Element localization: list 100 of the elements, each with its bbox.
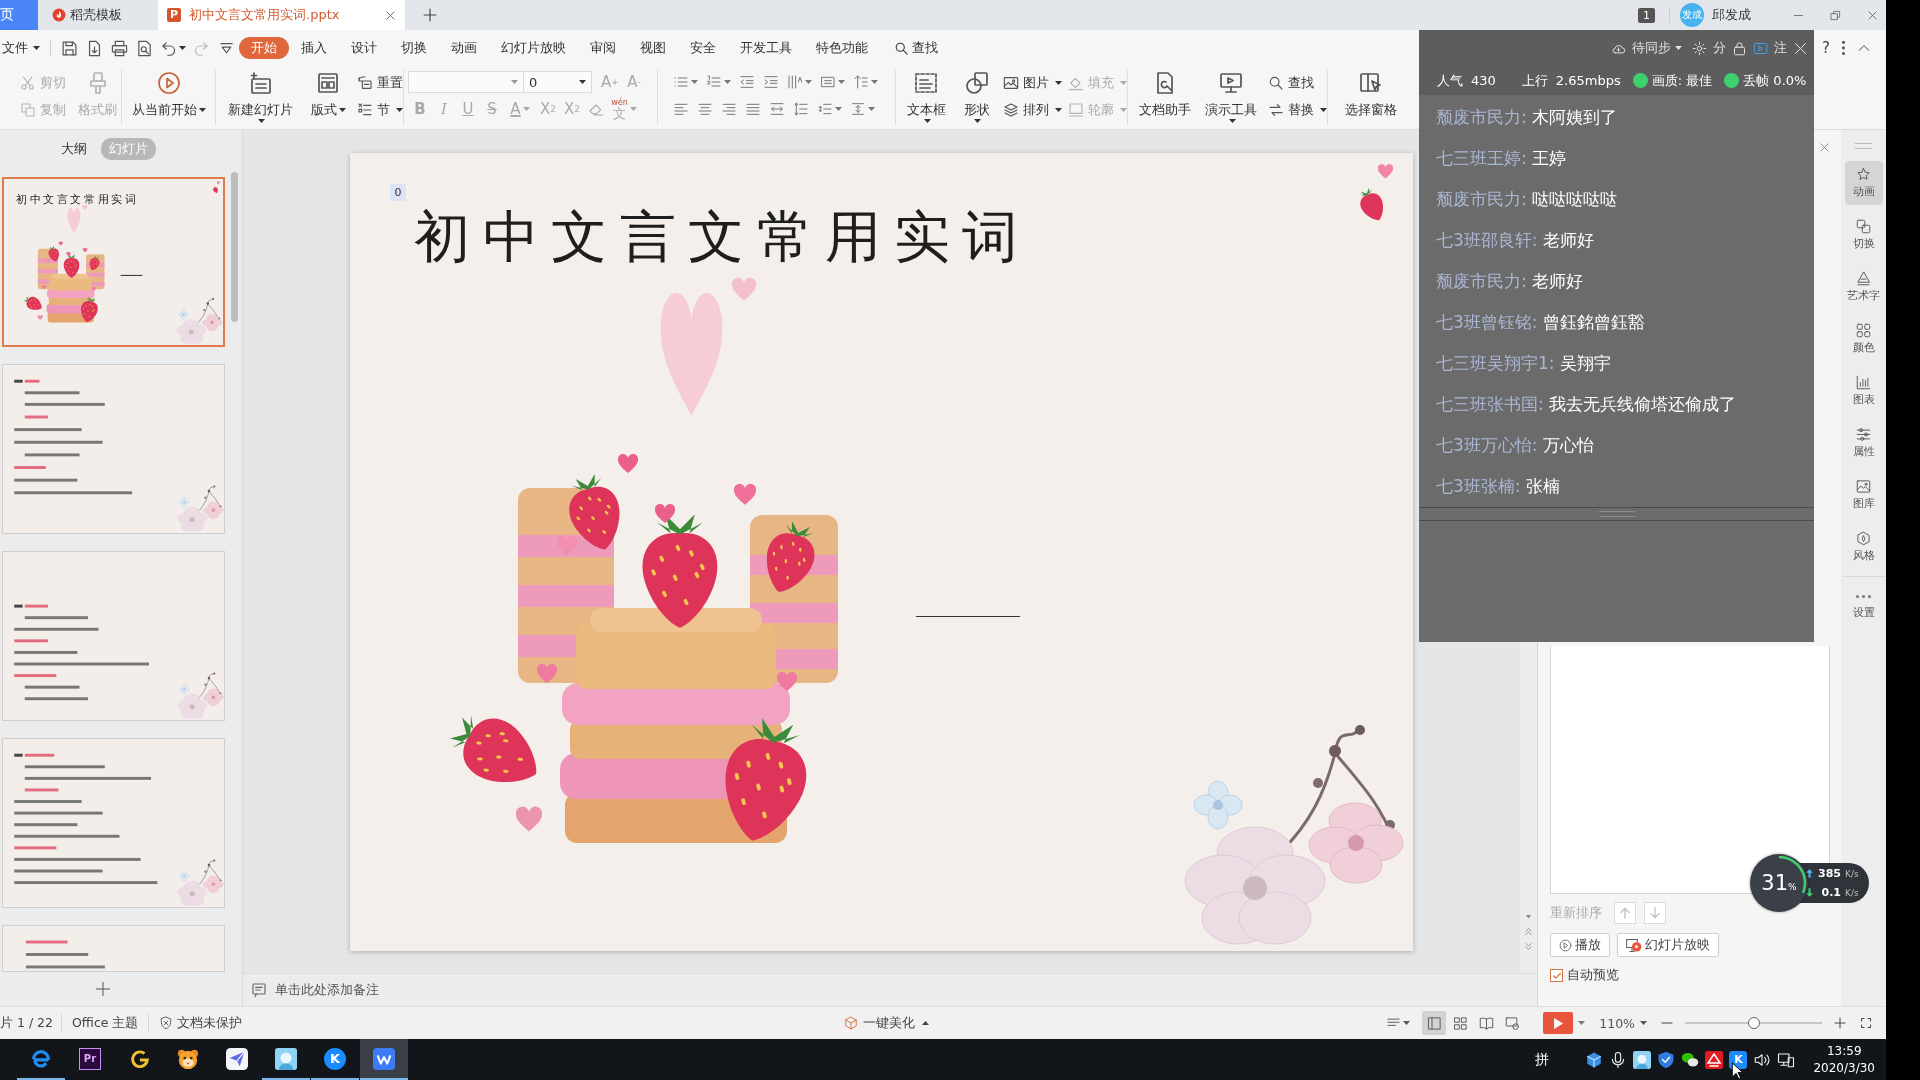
caret-icon[interactable] xyxy=(1675,46,1682,50)
play-button[interactable]: 播放 xyxy=(1550,933,1610,957)
sidebar-tab[interactable]: 属性 xyxy=(1844,421,1883,465)
cube-icon[interactable] xyxy=(1585,1050,1604,1069)
theme-name[interactable]: Office 主题 xyxy=(72,1014,139,1032)
layout-button[interactable]: 版式 xyxy=(303,70,353,119)
document-protection-button[interactable]: 文档未保护 xyxy=(159,1014,243,1032)
slide-title[interactable]: 初中文言文常用实词 xyxy=(414,200,1031,276)
lock-icon[interactable] xyxy=(1732,40,1747,56)
sidebar-tab[interactable]: 颜色 xyxy=(1844,317,1883,361)
ribbon-tab[interactable]: 切换 xyxy=(389,37,439,59)
checkbox[interactable] xyxy=(1550,969,1563,982)
sidebar-tab[interactable]: 图库 xyxy=(1844,473,1883,517)
app-tile-icon[interactable] xyxy=(1633,1050,1652,1069)
align-center-icon xyxy=(697,101,713,117)
ribbon-tab[interactable]: 插入 xyxy=(289,37,339,59)
thumbnail-title: 初中文言文常用实词 xyxy=(16,192,139,207)
tray-app-icon[interactable] xyxy=(1705,1050,1724,1069)
slideshow-button[interactable]: 幻灯片放映 xyxy=(1617,933,1719,957)
slide-thumbnail[interactable] xyxy=(2,925,225,972)
caret-icon xyxy=(522,107,530,111)
drag-handle[interactable] xyxy=(1855,143,1872,149)
shape-button[interactable]: 形状 xyxy=(956,70,997,123)
resize-handle[interactable] xyxy=(1598,511,1635,517)
text-box-button[interactable]: 文本框 xyxy=(902,70,951,123)
more-icon[interactable] xyxy=(1842,41,1845,55)
normal-view-icon xyxy=(1426,1015,1442,1031)
notification-count[interactable]: 1 xyxy=(1638,7,1655,23)
play-from-current-button[interactable]: 从当前开始 xyxy=(122,70,215,119)
layout-icon xyxy=(316,71,341,95)
ribbon-tab[interactable]: 设计 xyxy=(339,37,389,59)
ribbon-tab[interactable]: 安全 xyxy=(678,37,728,59)
ribbon-tab[interactable]: 幻灯片放映 xyxy=(489,37,578,59)
close-icon[interactable] xyxy=(385,9,396,21)
search-button[interactable]: 查找 xyxy=(894,39,938,57)
zoom-level-dropdown[interactable]: 110% xyxy=(1599,1015,1647,1031)
input-method-indicator[interactable]: 拼 xyxy=(1535,1050,1550,1069)
panel-tab[interactable]: 大纲 xyxy=(61,138,87,160)
zoom-in-icon[interactable] xyxy=(1834,1017,1846,1029)
ribbon-tab[interactable]: 特色功能 xyxy=(804,37,880,59)
ribbon-tab[interactable]: 开发工具 xyxy=(728,37,804,59)
settings-icon[interactable] xyxy=(1692,40,1707,56)
taskbar-app-button[interactable] xyxy=(360,1039,408,1080)
new-slide-button[interactable]: 新建幻灯片 xyxy=(222,70,300,123)
user-name[interactable]: 邱发成 xyxy=(1712,6,1751,24)
chat-message: 哒哒哒哒哒 xyxy=(1531,188,1617,211)
add-slide-icon[interactable] xyxy=(95,981,111,997)
comments-button[interactable]: 注 xyxy=(1774,39,1787,57)
caret-icon xyxy=(871,80,878,84)
slide-thumbnail[interactable] xyxy=(2,551,225,721)
document-tab[interactable]: P 初中文言文常用实词.pptx xyxy=(158,0,405,30)
reset-button[interactable]: 重置 xyxy=(357,71,403,95)
document-assistant-button[interactable]: 文档助手 xyxy=(1136,70,1195,119)
scrollbar-thumb[interactable] xyxy=(231,172,238,322)
previous-slide-icon[interactable] xyxy=(1524,927,1533,936)
chat-bubbles-icon[interactable] xyxy=(1681,1050,1700,1069)
slide-thumbnail[interactable]: 初中文言文常用实词 xyxy=(2,177,225,347)
checkbox-label[interactable]: 自动预览 xyxy=(1567,967,1619,984)
sidebar-tab[interactable]: 艺术字 xyxy=(1844,265,1883,309)
shield-icon[interactable] xyxy=(1657,1050,1676,1069)
share-button[interactable]: 分 xyxy=(1713,39,1726,57)
sidebar-tab[interactable]: 动画 xyxy=(1844,161,1883,205)
document-tab[interactable]: 稻壳模板 xyxy=(38,0,158,30)
picture-button[interactable]: 图片 xyxy=(1003,71,1062,95)
ribbon-tab[interactable]: 视图 xyxy=(628,37,678,59)
normal-view-button[interactable] xyxy=(1422,1011,1447,1035)
plus-icon[interactable] xyxy=(423,8,437,22)
network-icon[interactable] xyxy=(1777,1050,1796,1069)
file-menu[interactable]: 文件 xyxy=(2,39,46,57)
presentation-tools-button[interactable]: 演示工具 xyxy=(1198,70,1264,123)
selection-pane-button[interactable]: 选择窗格 xyxy=(1334,70,1408,119)
slider-thumb[interactable] xyxy=(1747,1017,1760,1029)
sync-status[interactable]: 待同步 xyxy=(1632,39,1671,57)
notes-field[interactable]: 单击此处添加备注 xyxy=(243,973,1537,1006)
fit-window-icon[interactable] xyxy=(1860,1017,1872,1029)
heart-shape xyxy=(1377,164,1394,179)
sidebar-tab[interactable]: 切换 xyxy=(1844,213,1883,257)
slide-thumbnail[interactable] xyxy=(2,364,225,534)
sidebar-tab[interactable]: 图表 xyxy=(1844,369,1883,413)
scroll-down-icon[interactable] xyxy=(1524,912,1533,921)
help-button[interactable]: ? xyxy=(1822,39,1830,57)
video-screen-icon[interactable] xyxy=(1753,40,1768,56)
close-icon[interactable] xyxy=(1793,40,1808,56)
replace-button[interactable]: 替换 xyxy=(1268,98,1327,122)
caret-icon[interactable] xyxy=(1578,1021,1586,1025)
section-button[interactable]: 节 xyxy=(357,98,403,122)
clock-time[interactable]: 13:59 xyxy=(1826,1042,1862,1060)
arrange-button[interactable]: 排列 xyxy=(1003,98,1062,122)
clock-date[interactable]: 2020/3/30 xyxy=(1813,1059,1875,1077)
ribbon-tab[interactable]: 审阅 xyxy=(578,37,628,59)
next-slide-icon[interactable] xyxy=(1524,942,1533,951)
close-icon[interactable] xyxy=(1819,141,1830,153)
beautify-button[interactable]: 一键美化 xyxy=(844,1014,930,1032)
sidebar-tab[interactable]: 风格 xyxy=(1844,525,1883,569)
start-slideshow-button[interactable] xyxy=(1543,1012,1574,1034)
reset-icon xyxy=(357,75,373,91)
slide-thumbnail[interactable] xyxy=(2,738,225,908)
find-button[interactable]: 查找 xyxy=(1268,71,1327,95)
ribbon-tab[interactable]: 动画 xyxy=(439,37,489,59)
taskbar-app-button[interactable]: Pr xyxy=(66,1039,114,1080)
